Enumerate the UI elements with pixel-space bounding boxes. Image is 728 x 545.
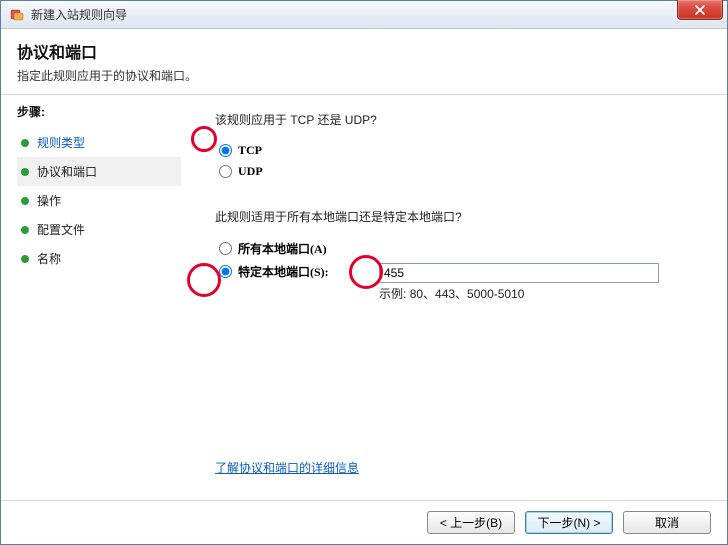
annotation-circle-tcp [191,126,217,152]
radio-all-ports-input[interactable] [219,242,232,255]
bullet-icon [21,197,29,205]
window-title: 新建入站规则向导 [31,6,127,23]
radio-udp[interactable]: UDP [219,164,703,179]
step-action[interactable]: 操作 [17,186,181,215]
close-button[interactable] [677,0,723,20]
radio-specific-ports-label: 特定本地端口(S): [238,263,329,280]
radio-udp-input[interactable] [219,165,232,178]
radio-tcp[interactable]: TCP [219,143,703,158]
page-header: 协议和端口 指定此规则应用于的协议和端口。 [1,29,727,95]
step-label: 操作 [37,192,61,209]
radio-tcp-input[interactable] [219,144,232,157]
port-input[interactable] [379,263,659,283]
radio-tcp-label: TCP [238,143,262,158]
learn-more-link[interactable]: 了解协议和端口的详细信息 [215,459,359,476]
titlebar: 新建入站规则向导 [1,1,727,29]
next-button[interactable]: 下一步(N) > [525,511,613,534]
radio-specific-ports-input[interactable] [219,265,232,278]
step-label: 协议和端口 [37,163,97,180]
bullet-icon [21,139,29,147]
page-subtitle: 指定此规则应用于的协议和端口。 [17,67,711,84]
main-panel: 该规则应用于 TCP 还是 UDP? TCP UDP 此规则适用于所有本地端口还… [191,95,727,500]
body: 步骤: 规则类型 协议和端口 操作 配置文件 名称 [1,95,727,500]
steps-heading: 步骤: [17,103,181,120]
step-name[interactable]: 名称 [17,244,181,273]
radio-specific-ports-row: 特定本地端口(S): 示例: 80、443、5000-5010 [219,263,703,302]
step-label: 配置文件 [37,221,85,238]
port-question: 此规则适用于所有本地端口还是特定本地端口? [215,208,703,225]
radio-all-ports-label: 所有本地端口(A) [238,240,327,257]
page-title: 协议和端口 [17,39,711,63]
step-label: 名称 [37,250,61,267]
step-protocol-port[interactable]: 协议和端口 [17,157,181,186]
close-icon [695,5,705,15]
example-prefix: 示例: [379,287,406,301]
example-value: 80、443、5000-5010 [410,287,525,301]
bullet-icon [21,226,29,234]
app-icon [9,7,25,23]
back-button[interactable]: < 上一步(B) [427,511,515,534]
steps-sidebar: 步骤: 规则类型 协议和端口 操作 配置文件 名称 [1,95,191,500]
cancel-button[interactable]: 取消 [623,511,711,534]
wizard-window: 新建入站规则向导 协议和端口 指定此规则应用于的协议和端口。 步骤: 规则类型 … [0,0,728,545]
bullet-icon [21,255,29,263]
protocol-question: 该规则应用于 TCP 还是 UDP? [215,111,703,128]
radio-all-ports[interactable]: 所有本地端口(A) [219,240,703,257]
footer: < 上一步(B) 下一步(N) > 取消 [1,500,727,544]
port-example: 示例: 80、443、5000-5010 [379,285,703,302]
annotation-circle-specific [187,263,221,297]
step-label: 规则类型 [37,134,85,151]
bullet-icon [21,168,29,176]
radio-udp-label: UDP [238,164,263,179]
step-rule-type[interactable]: 规则类型 [17,128,181,157]
step-profile[interactable]: 配置文件 [17,215,181,244]
